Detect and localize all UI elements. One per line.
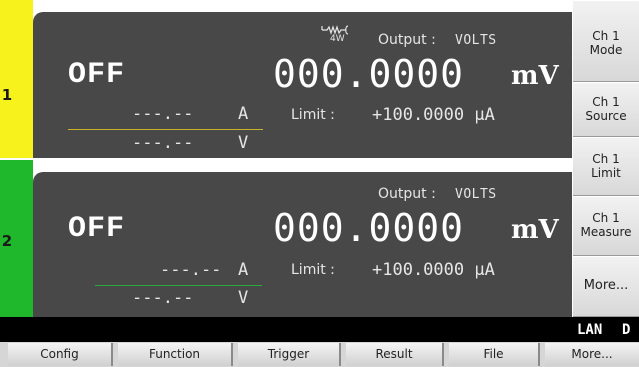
channel-1-output-label: Output : <box>378 32 436 48</box>
softkey-ch1-limit[interactable]: Ch 1 Limit <box>573 137 639 196</box>
channel-1-limit-label: Limit : <box>291 107 335 123</box>
channel-1-current-unit: A <box>238 104 249 124</box>
softkey-ch1-source[interactable]: Ch 1 Source <box>573 82 639 137</box>
channel-2-number: 2 <box>1 232 13 250</box>
channel-2-voltage-unit: V <box>238 288 249 308</box>
channel-2-output-mode: VOLTS <box>455 187 497 202</box>
softkey-line2: Source <box>585 109 627 123</box>
menu-config-button[interactable]: Config <box>8 343 113 366</box>
channel-2-limit-value[interactable]: +100.0000 µA <box>372 260 495 280</box>
channel-2-voltage-reading: ---.-- <box>132 288 194 308</box>
softkey-line2: Limit <box>591 166 621 180</box>
menu-trigger-button[interactable]: Trigger <box>238 343 341 366</box>
channel-1-output-mode: VOLTS <box>455 33 497 48</box>
channel-2-current-reading: ---.-- <box>160 260 222 280</box>
menu-function-button[interactable]: Function <box>118 343 233 366</box>
channel-1-voltage-reading: ---.-- <box>132 133 194 153</box>
status-indicator: D <box>622 322 631 338</box>
channel-2-current-unit: A <box>238 260 249 280</box>
channel-1-source-unit: mV <box>511 61 559 91</box>
channel-1-current-reading: ---.-- <box>132 104 194 124</box>
menu-result-button[interactable]: Result <box>346 343 444 366</box>
channel-1-voltage-unit: V <box>238 133 249 153</box>
channel-2-source-unit: mV <box>511 215 559 245</box>
softkey-ch1-measure[interactable]: Ch 1 Measure <box>573 196 639 256</box>
softkey-line1: Ch 1 <box>592 95 620 109</box>
channel-2-output-state[interactable]: OFF <box>68 212 125 246</box>
softkey-more[interactable]: More... <box>573 256 639 317</box>
softkey-line1: More... <box>583 278 629 293</box>
channel-1-output-state[interactable]: OFF <box>68 58 125 92</box>
sense-label: 4W <box>330 34 345 44</box>
softkey-line1: Ch 1 <box>592 211 620 225</box>
softkey-line1: Ch 1 <box>592 29 620 43</box>
channel-1-reading-divider <box>68 129 263 130</box>
softkey-line1: Ch 1 <box>592 152 620 166</box>
lan-status: LAN <box>577 322 603 338</box>
channel-1-limit-value[interactable]: +100.0000 µA <box>372 105 495 125</box>
channel-2-limit-label: Limit : <box>291 262 335 278</box>
channel-1-source-value[interactable]: 000.0000 <box>273 52 464 96</box>
status-bar <box>0 317 639 342</box>
softkey-line2: Measure <box>580 225 632 239</box>
menu-more-button[interactable]: More... <box>545 343 639 366</box>
menu-file-button[interactable]: File <box>449 343 540 366</box>
4-wire-sense-icon: 4W <box>320 24 354 46</box>
softkey-line2: Mode <box>589 43 623 57</box>
softkey-ch1-mode[interactable]: Ch 1 Mode <box>573 0 639 82</box>
channel-1-number: 1 <box>1 86 13 104</box>
channel-1-color-bar <box>0 0 33 158</box>
channel-2-output-label: Output : <box>378 186 436 202</box>
channel-2-source-value[interactable]: 000.0000 <box>273 206 464 250</box>
channel-2-reading-divider <box>95 285 262 286</box>
